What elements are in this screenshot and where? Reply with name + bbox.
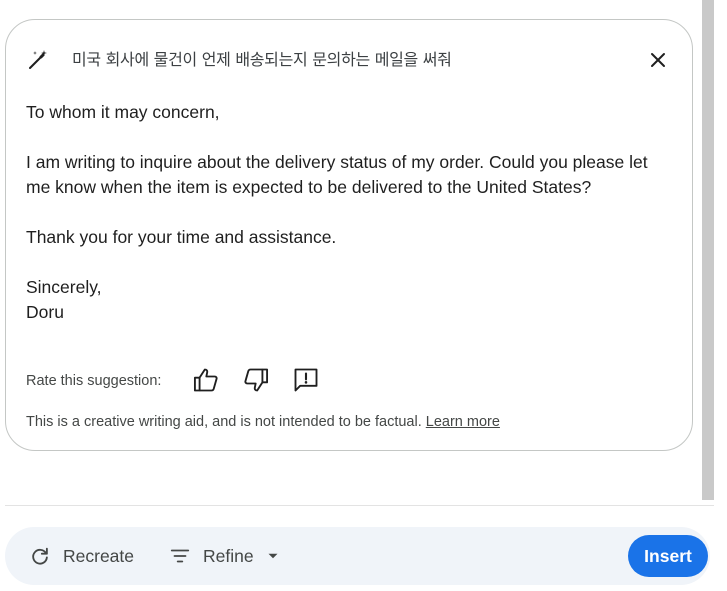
feedback-icon[interactable]	[292, 366, 320, 394]
disclaimer: This is a creative writing aid, and is n…	[26, 413, 500, 431]
rating-label: Rate this suggestion:	[26, 373, 162, 389]
email-paragraph: I am writing to inquire about the delive…	[26, 152, 648, 197]
thumbs-up-icon[interactable]	[192, 366, 220, 394]
email-body: To whom it may concern, I am writing to …	[26, 100, 676, 325]
insert-button[interactable]: Insert	[628, 535, 708, 577]
refine-label: Refine	[203, 546, 254, 566]
close-icon[interactable]	[646, 48, 670, 72]
email-greeting: To whom it may concern,	[26, 102, 220, 122]
recreate-label: Recreate	[63, 546, 135, 566]
suggestion-card: 미국 회사에 물건이 언제 배송되는지 문의하는 메일을 써줘 To whom …	[5, 19, 693, 451]
filter-lines-icon	[169, 545, 191, 567]
refine-button[interactable]: Refine	[169, 540, 282, 572]
recreate-button[interactable]: Recreate	[29, 540, 134, 572]
email-paragraph: Thank you for your time and assistance.	[26, 227, 337, 247]
learn-more-link[interactable]: Learn more	[426, 414, 500, 430]
prompt-header: 미국 회사에 물건이 언제 배송되는지 문의하는 메일을 써줘	[6, 44, 692, 76]
prompt-text: 미국 회사에 물건이 언제 배송되는지 문의하는 메일을 써줘	[72, 50, 452, 69]
help-me-write-panel: 미국 회사에 물건이 언제 배송되는지 문의하는 메일을 써줘 To whom …	[0, 0, 727, 591]
magic-wand-icon	[26, 48, 50, 72]
action-toolbar: Recreate Refine Insert	[5, 527, 710, 585]
rating-row: Rate this suggestion:	[26, 366, 426, 394]
email-signature: Doru	[26, 302, 64, 322]
caret-down-icon	[264, 547, 282, 565]
disclaimer-text: This is a creative writing aid, and is n…	[26, 414, 422, 430]
refresh-icon	[29, 545, 51, 567]
email-closing: Sincerely,	[26, 277, 102, 297]
scrollbar[interactable]	[702, 0, 714, 500]
divider	[5, 505, 714, 506]
thumbs-down-icon[interactable]	[242, 366, 270, 394]
